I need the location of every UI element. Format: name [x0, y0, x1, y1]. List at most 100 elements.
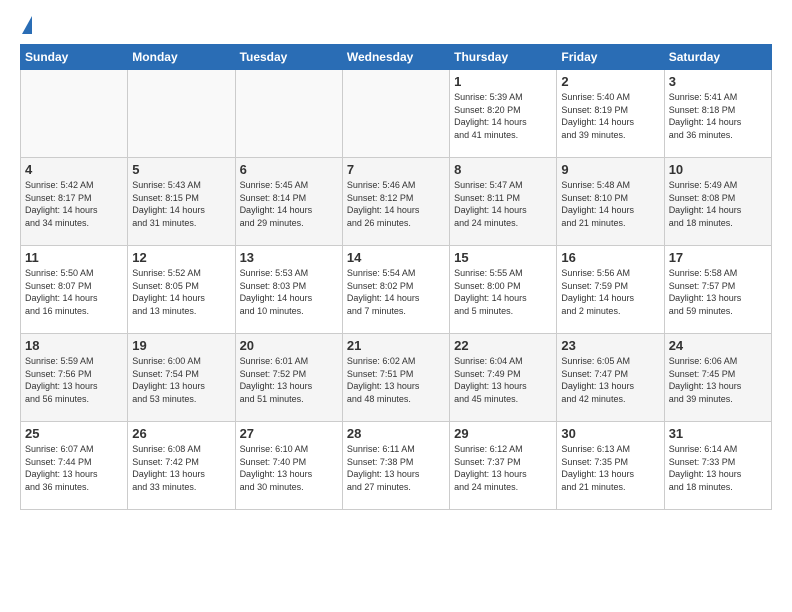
day-number: 1: [454, 74, 552, 89]
day-info: Sunrise: 6:02 AM Sunset: 7:51 PM Dayligh…: [347, 355, 445, 405]
day-number: 16: [561, 250, 659, 265]
day-info: Sunrise: 6:00 AM Sunset: 7:54 PM Dayligh…: [132, 355, 230, 405]
day-cell: 1 Sunrise: 5:39 AM Sunset: 8:20 PM Daylig…: [450, 70, 557, 158]
col-header-tuesday: Tuesday: [235, 45, 342, 70]
col-header-monday: Monday: [128, 45, 235, 70]
day-info: Sunrise: 5:41 AM Sunset: 8:18 PM Dayligh…: [669, 91, 767, 141]
day-number: 23: [561, 338, 659, 353]
day-number: 30: [561, 426, 659, 441]
day-number: 3: [669, 74, 767, 89]
col-header-wednesday: Wednesday: [342, 45, 449, 70]
day-cell: 14 Sunrise: 5:54 AM Sunset: 8:02 PM Dayli…: [342, 246, 449, 334]
header: [20, 16, 772, 36]
day-info: Sunrise: 5:50 AM Sunset: 8:07 PM Dayligh…: [25, 267, 123, 317]
day-info: Sunrise: 6:01 AM Sunset: 7:52 PM Dayligh…: [240, 355, 338, 405]
day-cell: 8Sunrise: 5:47 AM Sunset: 8:11 PM Daylig…: [450, 158, 557, 246]
day-cell: 17Sunrise: 5:58 AM Sunset: 7:57 PM Dayli…: [664, 246, 771, 334]
week-row-2: 4 Sunrise: 5:42 AM Sunset: 8:17 PM Daylig…: [21, 158, 772, 246]
day-cell: 21 Sunrise: 6:02 AM Sunset: 7:51 PM Dayli…: [342, 334, 449, 422]
day-cell: 6 Sunrise: 5:45 AM Sunset: 8:14 PM Daylig…: [235, 158, 342, 246]
col-header-saturday: Saturday: [664, 45, 771, 70]
day-info: Sunrise: 5:45 AM Sunset: 8:14 PM Dayligh…: [240, 179, 338, 229]
day-number: 21: [347, 338, 445, 353]
day-cell: [235, 70, 342, 158]
day-cell: 25Sunrise: 6:07 AM Sunset: 7:44 PM Dayli…: [21, 422, 128, 510]
day-info: Sunrise: 5:46 AM Sunset: 8:12 PM Dayligh…: [347, 179, 445, 229]
day-info: Sunrise: 6:14 AM Sunset: 7:33 PM Dayligh…: [669, 443, 767, 493]
day-number: 15: [454, 250, 552, 265]
day-info: Sunrise: 5:56 AM Sunset: 7:59 PM Dayligh…: [561, 267, 659, 317]
page: SundayMondayTuesdayWednesdayThursdayFrid…: [0, 0, 792, 520]
day-number: 9: [561, 162, 659, 177]
week-row-4: 18 Sunrise: 5:59 AM Sunset: 7:56 PM Dayli…: [21, 334, 772, 422]
day-info: Sunrise: 5:48 AM Sunset: 8:10 PM Dayligh…: [561, 179, 659, 229]
day-info: Sunrise: 6:11 AM Sunset: 7:38 PM Dayligh…: [347, 443, 445, 493]
day-info: Sunrise: 6:04 AM Sunset: 7:49 PM Dayligh…: [454, 355, 552, 405]
day-info: Sunrise: 5:52 AM Sunset: 8:05 PM Dayligh…: [132, 267, 230, 317]
day-cell: 11 Sunrise: 5:50 AM Sunset: 8:07 PM Dayli…: [21, 246, 128, 334]
day-info: Sunrise: 5:59 AM Sunset: 7:56 PM Dayligh…: [25, 355, 123, 405]
day-number: 4: [25, 162, 123, 177]
day-number: 19: [132, 338, 230, 353]
day-info: Sunrise: 6:07 AM Sunset: 7:44 PM Dayligh…: [25, 443, 123, 493]
day-info: Sunrise: 6:08 AM Sunset: 7:42 PM Dayligh…: [132, 443, 230, 493]
week-row-3: 11 Sunrise: 5:50 AM Sunset: 8:07 PM Dayli…: [21, 246, 772, 334]
day-cell: 9 Sunrise: 5:48 AM Sunset: 8:10 PM Daylig…: [557, 158, 664, 246]
day-number: 31: [669, 426, 767, 441]
day-number: 6: [240, 162, 338, 177]
day-cell: 18 Sunrise: 5:59 AM Sunset: 7:56 PM Dayli…: [21, 334, 128, 422]
day-number: 13: [240, 250, 338, 265]
day-number: 26: [132, 426, 230, 441]
day-info: Sunrise: 5:54 AM Sunset: 8:02 PM Dayligh…: [347, 267, 445, 317]
day-info: Sunrise: 5:42 AM Sunset: 8:17 PM Dayligh…: [25, 179, 123, 229]
day-number: 28: [347, 426, 445, 441]
day-info: Sunrise: 5:43 AM Sunset: 8:15 PM Dayligh…: [132, 179, 230, 229]
day-info: Sunrise: 5:55 AM Sunset: 8:00 PM Dayligh…: [454, 267, 552, 317]
col-header-thursday: Thursday: [450, 45, 557, 70]
day-cell: 28 Sunrise: 6:11 AM Sunset: 7:38 PM Dayli…: [342, 422, 449, 510]
day-number: 11: [25, 250, 123, 265]
logo-triangle-icon: [22, 16, 32, 34]
day-number: 8: [454, 162, 552, 177]
day-cell: 22 Sunrise: 6:04 AM Sunset: 7:49 PM Dayli…: [450, 334, 557, 422]
day-info: Sunrise: 5:40 AM Sunset: 8:19 PM Dayligh…: [561, 91, 659, 141]
week-row-1: 1 Sunrise: 5:39 AM Sunset: 8:20 PM Daylig…: [21, 70, 772, 158]
day-cell: 27 Sunrise: 6:10 AM Sunset: 7:40 PM Dayli…: [235, 422, 342, 510]
day-cell: 24 Sunrise: 6:06 AM Sunset: 7:45 PM Dayli…: [664, 334, 771, 422]
day-cell: 13Sunrise: 5:53 AM Sunset: 8:03 PM Dayli…: [235, 246, 342, 334]
day-number: 12: [132, 250, 230, 265]
day-number: 27: [240, 426, 338, 441]
day-cell: 30 Sunrise: 6:13 AM Sunset: 7:35 PM Dayli…: [557, 422, 664, 510]
day-cell: 4 Sunrise: 5:42 AM Sunset: 8:17 PM Daylig…: [21, 158, 128, 246]
day-info: Sunrise: 6:13 AM Sunset: 7:35 PM Dayligh…: [561, 443, 659, 493]
col-header-friday: Friday: [557, 45, 664, 70]
day-info: Sunrise: 6:05 AM Sunset: 7:47 PM Dayligh…: [561, 355, 659, 405]
day-info: Sunrise: 5:49 AM Sunset: 8:08 PM Dayligh…: [669, 179, 767, 229]
day-info: Sunrise: 6:06 AM Sunset: 7:45 PM Dayligh…: [669, 355, 767, 405]
day-number: 10: [669, 162, 767, 177]
day-number: 18: [25, 338, 123, 353]
logo: [20, 16, 32, 36]
calendar-table: SundayMondayTuesdayWednesdayThursdayFrid…: [20, 44, 772, 510]
day-cell: 19 Sunrise: 6:00 AM Sunset: 7:54 PM Dayli…: [128, 334, 235, 422]
day-info: Sunrise: 5:58 AM Sunset: 7:57 PM Dayligh…: [669, 267, 767, 317]
day-info: Sunrise: 5:39 AM Sunset: 8:20 PM Dayligh…: [454, 91, 552, 141]
day-cell: 7Sunrise: 5:46 AM Sunset: 8:12 PM Daylig…: [342, 158, 449, 246]
day-number: 5: [132, 162, 230, 177]
day-number: 24: [669, 338, 767, 353]
day-cell: [128, 70, 235, 158]
day-cell: 12 Sunrise: 5:52 AM Sunset: 8:05 PM Dayli…: [128, 246, 235, 334]
header-row: SundayMondayTuesdayWednesdayThursdayFrid…: [21, 45, 772, 70]
day-number: 20: [240, 338, 338, 353]
day-cell: 26 Sunrise: 6:08 AM Sunset: 7:42 PM Dayli…: [128, 422, 235, 510]
day-number: 22: [454, 338, 552, 353]
day-cell: 15 Sunrise: 5:55 AM Sunset: 8:00 PM Dayli…: [450, 246, 557, 334]
day-cell: 20 Sunrise: 6:01 AM Sunset: 7:52 PM Dayli…: [235, 334, 342, 422]
day-cell: 29Sunrise: 6:12 AM Sunset: 7:37 PM Dayli…: [450, 422, 557, 510]
col-header-sunday: Sunday: [21, 45, 128, 70]
day-number: 14: [347, 250, 445, 265]
day-info: Sunrise: 6:10 AM Sunset: 7:40 PM Dayligh…: [240, 443, 338, 493]
day-cell: 5 Sunrise: 5:43 AM Sunset: 8:15 PM Daylig…: [128, 158, 235, 246]
day-number: 2: [561, 74, 659, 89]
day-cell: [21, 70, 128, 158]
